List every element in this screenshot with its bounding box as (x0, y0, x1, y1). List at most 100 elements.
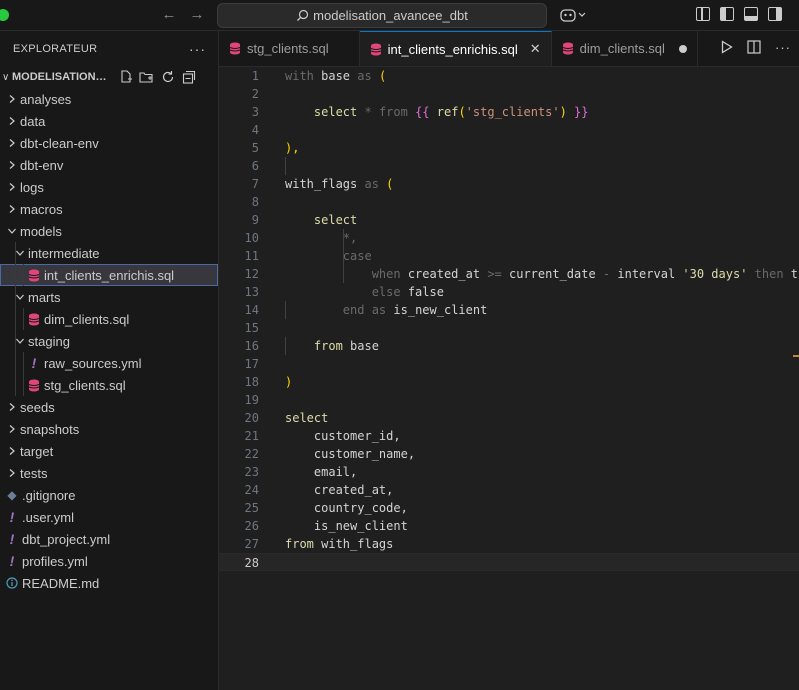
editor-tab[interactable]: stg_clients.sql (219, 31, 360, 66)
code-text: *, (285, 229, 357, 247)
chevron-right-icon (4, 116, 20, 126)
split-editor-icon[interactable] (747, 40, 761, 57)
code-token: created_at (407, 267, 488, 281)
toggle-primary-sidebar-icon[interactable] (720, 7, 734, 21)
line-number: 17 (244, 357, 259, 371)
code-line: 4 (219, 121, 799, 139)
tree-file[interactable]: ! raw_sources.yml (0, 352, 218, 374)
toggle-secondary-sidebar-icon[interactable] (768, 7, 782, 21)
tree-file[interactable]: stg_clients.sql (0, 374, 218, 396)
customize-layout-icon[interactable] (696, 7, 710, 21)
code-token: ( (386, 177, 394, 191)
arrow-left-icon[interactable]: ← (160, 6, 178, 24)
window-maximize-button[interactable] (0, 9, 9, 21)
line-number: 20 (244, 411, 259, 425)
indent-guide (15, 374, 16, 396)
unsaved-dot-icon[interactable] (678, 44, 687, 53)
tree-folder[interactable]: staging (0, 330, 218, 352)
code-token: email, (285, 465, 358, 479)
workspace-folder-name: MODELISATION_AVANCEE_DBT (12, 71, 110, 83)
toggle-panel-icon[interactable] (744, 7, 758, 21)
code-token: '30 days' (682, 267, 748, 281)
code-line: 28 (219, 553, 799, 571)
collapse-all-icon[interactable] (181, 70, 196, 85)
line-number: 10 (244, 231, 259, 245)
line-number: 28 (244, 556, 259, 570)
code-text: from base (285, 337, 379, 355)
tree-file[interactable]: int_clients_enrichis.sql (0, 264, 218, 286)
run-icon[interactable] (721, 40, 733, 57)
tree-folder[interactable]: dbt-clean-env (0, 132, 218, 154)
code-text: select * from {{ ref('stg_clients') }} (285, 103, 589, 121)
code-editor[interactable]: 1 with base as (2 3 select * from {{ ref('… (219, 67, 799, 690)
tree-folder[interactable]: seeds (0, 396, 218, 418)
chevron-right-icon (4, 402, 20, 412)
chevron-right-icon (4, 182, 20, 192)
tree-folder[interactable]: marts (0, 286, 218, 308)
code-token: ref (436, 105, 459, 119)
arrow-right-icon[interactable]: → (188, 6, 206, 24)
indent-guide (23, 352, 24, 374)
code-token: *, (285, 231, 358, 245)
line-number: 22 (244, 447, 259, 461)
code-text: email, (285, 463, 357, 481)
code-line: 5), (219, 139, 799, 157)
indent-guide (15, 286, 16, 308)
command-center-search[interactable]: modelisation_avancee_dbt (217, 3, 547, 28)
code-token: >= (487, 267, 509, 281)
line-number: 4 (251, 123, 259, 137)
copilot-icon[interactable] (560, 7, 588, 23)
tree-folder[interactable]: data (0, 110, 218, 132)
editor-tab[interactable]: dim_clients.sql (552, 31, 698, 66)
tree-file[interactable]: ! .user.yml (0, 506, 218, 528)
line-number: 7 (251, 177, 259, 191)
indent-guide (15, 330, 16, 352)
tree-item-label: int_clients_enrichis.sql (44, 267, 175, 283)
tree-item-label: profiles.yml (22, 553, 88, 569)
tree-file[interactable]: README.md (0, 572, 218, 594)
tree-item-label: staging (28, 333, 70, 349)
refresh-icon[interactable] (160, 70, 175, 85)
code-token: base (350, 339, 379, 353)
tree-folder[interactable]: analyses (0, 88, 218, 110)
code-line: 7 with_flags as ( (219, 175, 799, 193)
git-icon: ◆ (7, 488, 17, 502)
code-token: case (285, 249, 372, 263)
tree-item-label: models (20, 223, 62, 239)
tree-file[interactable]: ◆ .gitignore (0, 484, 218, 506)
chevron-down-icon (4, 226, 20, 236)
tree-file[interactable]: dim_clients.sql (0, 308, 218, 330)
more-actions-icon[interactable]: ··· (189, 41, 206, 57)
code-token: is_new_client (285, 519, 408, 533)
tree-folder[interactable]: models (0, 220, 218, 242)
tree-file[interactable]: ! profiles.yml (0, 550, 218, 572)
exclamation-icon: ! (9, 531, 15, 547)
workspace-folder-header[interactable]: ∨ MODELISATION_AVANCEE_DBT (0, 66, 218, 88)
tree-folder[interactable]: macros (0, 198, 218, 220)
new-folder-icon[interactable] (139, 70, 154, 85)
code-token: customer_id, (285, 429, 401, 443)
tree-folder[interactable]: dbt-env (0, 154, 218, 176)
code-text: when created_at >= current_date - interv… (285, 265, 799, 283)
line-number: 14 (244, 303, 259, 317)
tree-file[interactable]: ! dbt_project.yml (0, 528, 218, 550)
code-token: is_new_client (393, 303, 488, 317)
close-icon[interactable]: ✕ (530, 41, 541, 57)
tree-item-label: analyses (20, 91, 72, 107)
tree-item-label: dbt-env (20, 157, 64, 173)
tree-item-label: marts (28, 289, 61, 305)
tree-folder[interactable]: logs (0, 176, 218, 198)
line-number: 23 (244, 465, 259, 479)
tree-folder[interactable]: tests (0, 462, 218, 484)
exclamation-icon: ! (9, 553, 15, 569)
editor-tab[interactable]: int_clients_enrichis.sql ✕ (359, 31, 552, 66)
code-line: 17 (219, 355, 799, 373)
code-line: 19 (219, 391, 799, 409)
new-file-icon[interactable] (118, 70, 133, 85)
tree-item-label: target (20, 443, 54, 459)
tree-folder[interactable]: snapshots (0, 418, 218, 440)
tree-folder[interactable]: intermediate (0, 242, 218, 264)
code-text: from with_flags (285, 535, 393, 553)
tree-folder[interactable]: target (0, 440, 218, 462)
more-actions-icon[interactable]: ··· (775, 40, 791, 57)
